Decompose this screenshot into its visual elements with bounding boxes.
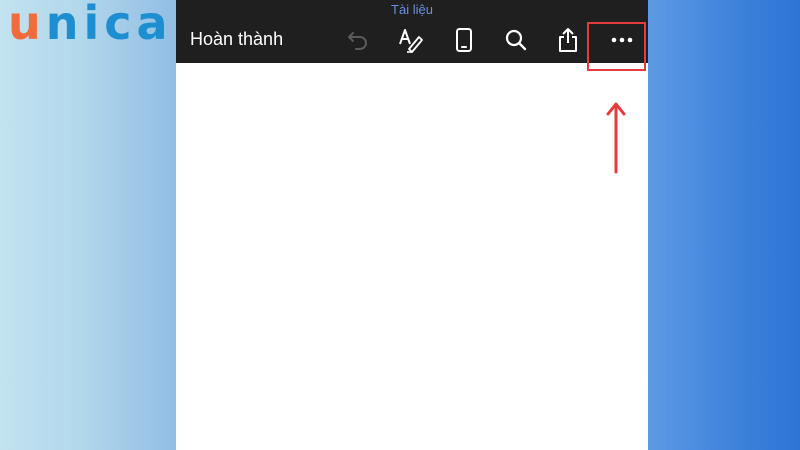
- share-icon[interactable]: [554, 26, 582, 54]
- screenshot-stage: unica Tài liệu Hoàn thành: [0, 0, 800, 450]
- done-button[interactable]: Hoàn thành: [190, 29, 283, 50]
- document-title: Tài liệu: [391, 2, 433, 17]
- logo-letters-rest: nica: [45, 0, 173, 50]
- draw-pen-icon[interactable]: [396, 26, 424, 54]
- unica-logo: unica: [8, 0, 173, 46]
- top-toolbar: Tài liệu Hoàn thành: [176, 0, 648, 63]
- red-arrow-annotation: [606, 100, 626, 179]
- undo-icon[interactable]: [344, 26, 372, 54]
- logo-letter-u: u: [8, 0, 46, 50]
- mobile-view-icon[interactable]: [450, 26, 478, 54]
- search-icon[interactable]: [502, 26, 530, 54]
- document-canvas[interactable]: [176, 63, 648, 450]
- more-button-highlight: [587, 22, 646, 71]
- right-background: [648, 0, 800, 450]
- left-background: [0, 0, 176, 450]
- word-app-screen: Tài liệu Hoàn thành: [176, 0, 648, 450]
